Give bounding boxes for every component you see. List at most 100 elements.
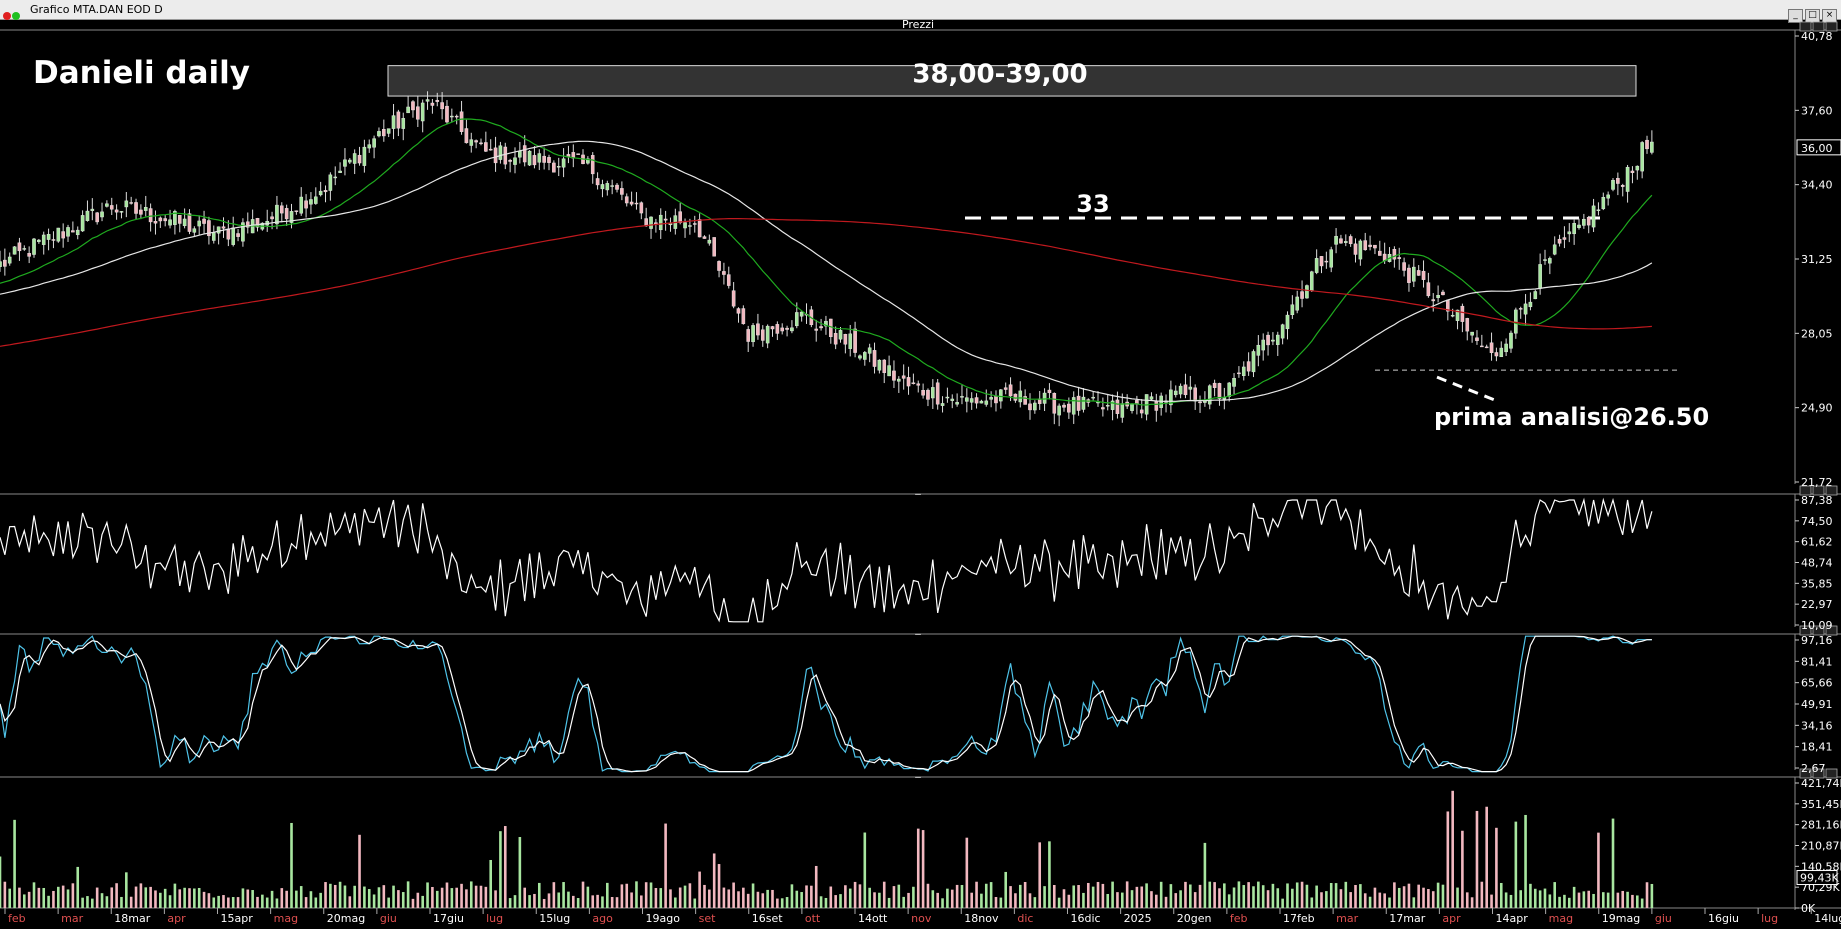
volume-bar <box>698 871 701 908</box>
candle-body <box>221 226 226 229</box>
volume-bar <box>601 896 604 908</box>
x-tick-label: dic <box>1017 912 1033 925</box>
volume-bar <box>18 887 21 908</box>
candle-body <box>294 210 299 212</box>
volume-bar <box>319 892 322 908</box>
y-tick-label: 34,40 <box>1801 179 1833 192</box>
volume-bar <box>1645 882 1649 908</box>
volume-bar <box>61 885 65 908</box>
volume-bar <box>1033 897 1037 908</box>
candle-body <box>751 325 755 343</box>
candle-body <box>1227 382 1231 397</box>
volume-bar <box>1436 882 1440 908</box>
volume-bar <box>270 890 274 908</box>
candle-body <box>1241 366 1246 376</box>
candle-body <box>1309 271 1314 291</box>
x-tick-label: 15lug <box>539 912 570 925</box>
volume-bar <box>27 891 31 908</box>
x-tick-label: feb <box>1230 912 1248 925</box>
candle-body <box>794 312 799 327</box>
volume-bar <box>931 890 935 908</box>
volume-bar <box>479 885 483 908</box>
candle-body <box>430 102 435 106</box>
stock-chart[interactable]: Prezzi _ _ _ 40,78 37,60 34,40 31,25 28,05 24,90 2… <box>0 0 1841 929</box>
volume-bar <box>1601 892 1605 908</box>
candle-body <box>1421 270 1426 280</box>
volume-bar <box>1412 897 1416 908</box>
candle-body <box>498 145 503 160</box>
volume-bar <box>926 883 930 908</box>
volume-bar <box>761 893 765 908</box>
volume-bar <box>1271 883 1275 908</box>
candle-body <box>1115 399 1120 414</box>
volume-bar <box>1475 810 1479 908</box>
volume-bar <box>1606 892 1610 908</box>
candle-body <box>1334 235 1338 245</box>
candle-body <box>1489 342 1494 354</box>
candle-body <box>1091 396 1095 399</box>
volume-bar <box>1524 814 1527 908</box>
candle-body <box>343 159 347 167</box>
candle-body <box>726 274 731 286</box>
volume-bar <box>455 887 458 908</box>
volume-bar <box>581 881 585 908</box>
volume-bar <box>844 885 847 908</box>
volume-bar <box>202 891 206 908</box>
candle-body <box>1645 139 1649 150</box>
volume-bar <box>363 886 366 908</box>
candle-body <box>1314 258 1319 273</box>
volume-bar <box>246 889 250 908</box>
candle-body <box>163 218 167 222</box>
volume-bar <box>1329 882 1333 908</box>
volume-bar <box>1514 821 1518 908</box>
candle-body <box>95 212 99 223</box>
volume-bar <box>1261 885 1265 908</box>
volume-bar <box>1164 896 1168 908</box>
candle-body <box>1514 309 1518 334</box>
volume-bar <box>805 885 808 908</box>
candle-body <box>1305 285 1309 299</box>
candle-body <box>1139 409 1144 414</box>
candle-body <box>474 140 478 143</box>
volume-bar <box>975 881 978 908</box>
candle-body <box>683 222 687 229</box>
volume-bar <box>397 890 400 908</box>
candle-body <box>634 202 639 205</box>
volume-bar <box>1383 893 1386 908</box>
x-tick-label: ago <box>592 912 613 925</box>
volume-bar <box>669 889 672 908</box>
volume-bar <box>353 885 356 908</box>
candle-body <box>134 202 138 214</box>
volume-bar <box>887 897 891 908</box>
volume-bar <box>217 895 220 908</box>
candle-body <box>1028 403 1032 411</box>
candle-body <box>313 196 318 204</box>
rsi-line <box>0 497 1653 623</box>
volume-bar <box>57 886 60 908</box>
volume-bar <box>1363 893 1367 908</box>
candle-body <box>989 397 993 400</box>
volume-bar <box>1465 892 1469 908</box>
candle-body <box>1101 407 1105 410</box>
volume-bar <box>824 897 828 908</box>
volume-bar <box>1300 881 1304 908</box>
volume-bar <box>256 896 259 908</box>
candle-body <box>945 396 950 399</box>
candle-body <box>1207 385 1212 405</box>
candle-body <box>931 387 935 399</box>
volume-bar <box>1189 884 1192 908</box>
volume-bar <box>1616 892 1620 908</box>
volume-bar <box>241 888 245 908</box>
volume-bar <box>1048 841 1051 908</box>
volume-bar <box>227 897 230 908</box>
candle-body <box>663 218 668 221</box>
volume-bar <box>1446 811 1450 908</box>
volume-bar <box>989 882 993 908</box>
candle-body <box>1538 264 1542 289</box>
candle-body <box>1300 291 1304 299</box>
volume-bar <box>1509 894 1513 908</box>
candle-body <box>435 99 440 102</box>
volume-bar <box>606 882 609 908</box>
candle-body <box>75 229 80 236</box>
volume-bar <box>1349 892 1352 908</box>
